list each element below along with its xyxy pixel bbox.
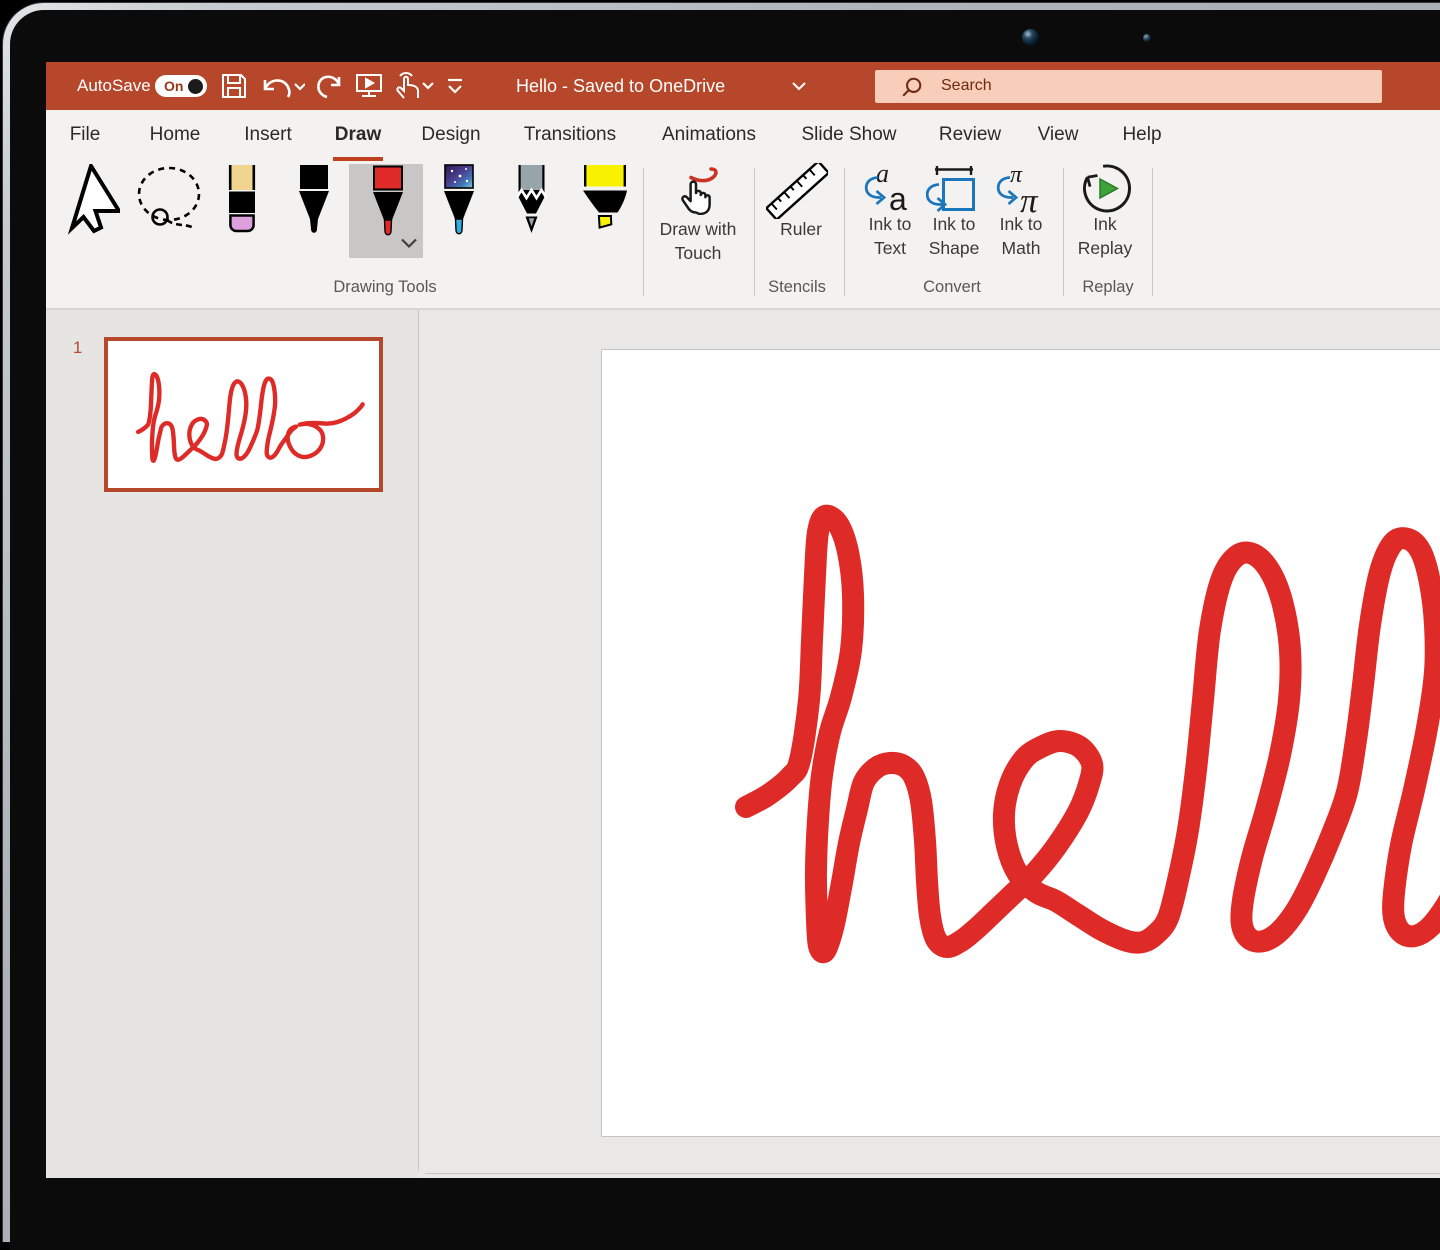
svg-text:a: a [876,165,889,188]
